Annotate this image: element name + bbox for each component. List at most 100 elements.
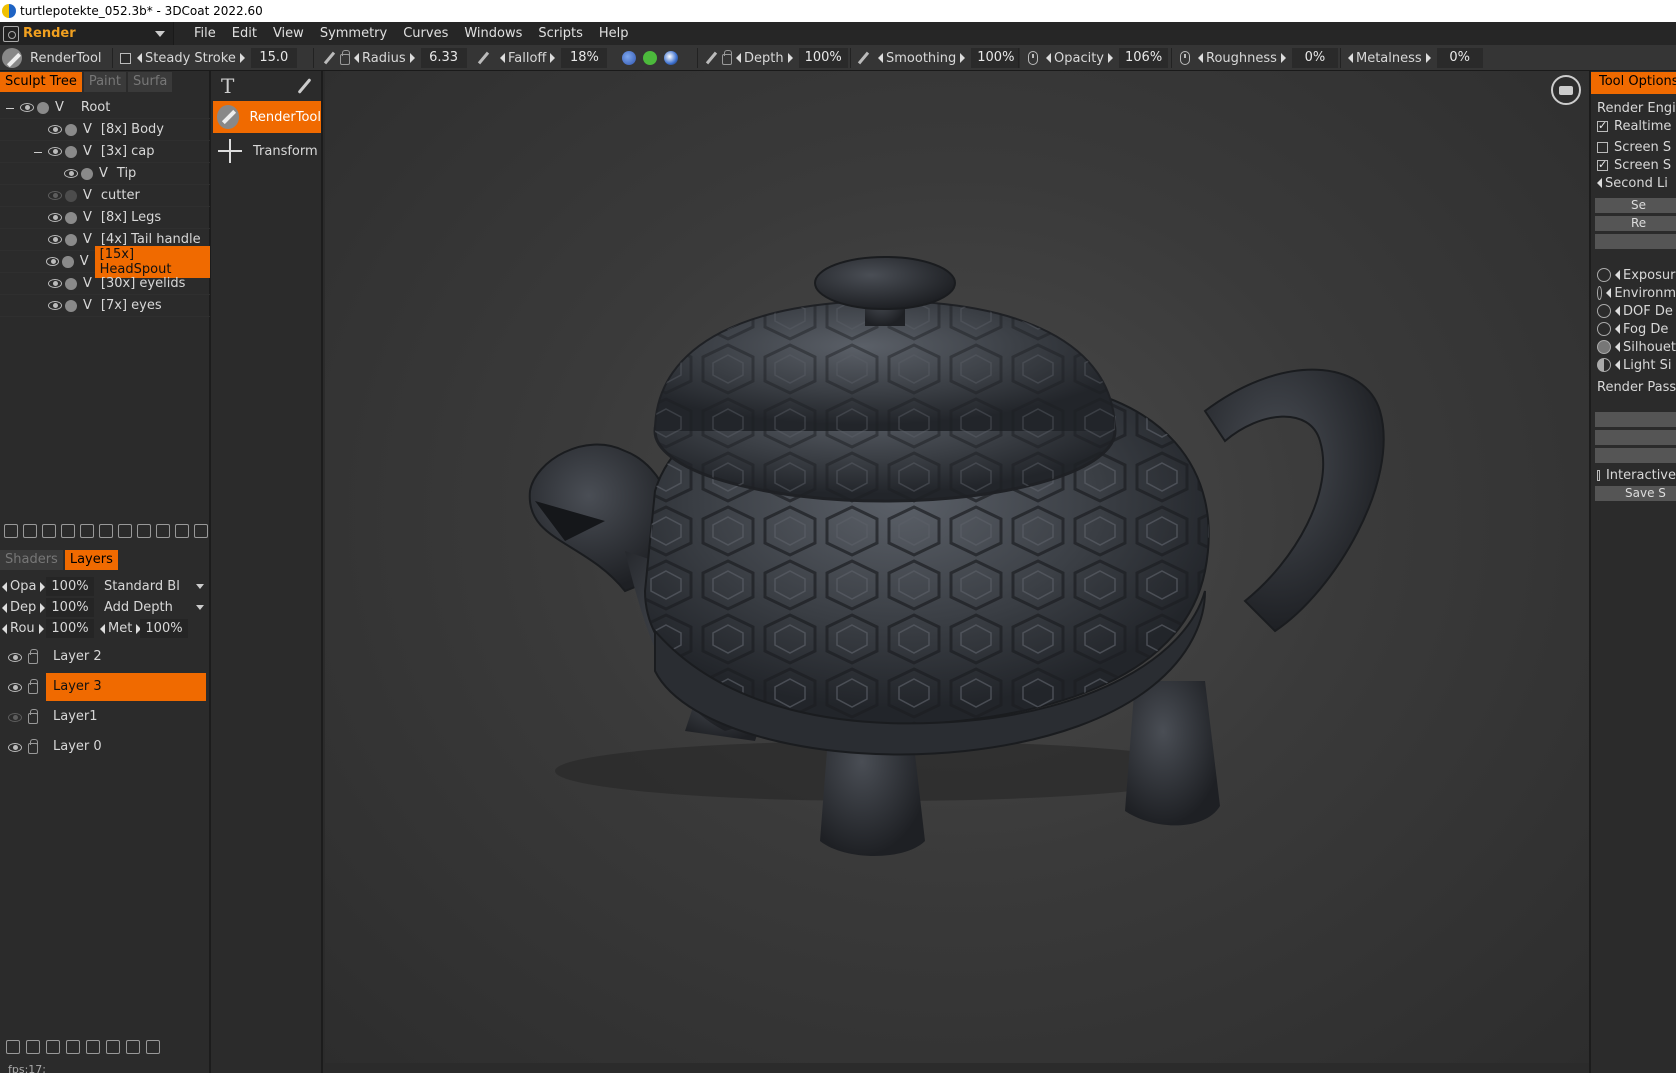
eye-icon[interactable]: [48, 147, 62, 156]
layer-met-control[interactable]: Met: [98, 621, 142, 636]
lock-icon[interactable]: [722, 49, 732, 65]
merge-down-icon[interactable]: [46, 1040, 60, 1054]
steady-stroke-control[interactable]: Steady Stroke 15.0: [120, 45, 297, 71]
menu-windows[interactable]: Windows: [456, 22, 530, 45]
move-down-icon[interactable]: [99, 524, 113, 538]
decrease-arrow-icon[interactable]: [736, 53, 741, 63]
decrease-arrow-icon[interactable]: [137, 53, 142, 63]
symmetry-icon[interactable]: [118, 524, 132, 538]
file-icon[interactable]: [175, 524, 189, 538]
eye-icon[interactable]: [48, 235, 62, 244]
screen-option-2[interactable]: Screen S: [1591, 156, 1676, 174]
fog-control[interactable]: Fog De: [1591, 320, 1676, 338]
menu-view[interactable]: View: [265, 22, 312, 45]
ghost-icon[interactable]: [65, 211, 77, 224]
trash-icon[interactable]: [146, 1040, 160, 1054]
eye-icon[interactable]: [48, 213, 62, 222]
clone-icon[interactable]: [23, 524, 37, 538]
eye-hidden-icon[interactable]: [8, 712, 22, 722]
smoothing-value[interactable]: 100%: [971, 48, 1021, 68]
render-button-2[interactable]: Re: [1595, 216, 1676, 231]
ghost-icon[interactable]: [37, 101, 49, 114]
decrease-arrow-icon[interactable]: [1198, 53, 1203, 63]
decrease-arrow-icon[interactable]: [2, 581, 7, 592]
eye-icon[interactable]: [8, 682, 22, 692]
move-up-icon[interactable]: [86, 1040, 100, 1054]
increase-arrow-icon[interactable]: [239, 53, 245, 63]
layer-depth-control[interactable]: Dep: [0, 600, 46, 615]
increase-arrow-icon[interactable]: [550, 53, 556, 63]
decrease-arrow-icon[interactable]: [1615, 324, 1620, 334]
blend-mode-select[interactable]: Standard Bl: [98, 577, 210, 596]
render-button-3[interactable]: [1595, 234, 1676, 249]
grid-icon[interactable]: [156, 524, 170, 538]
decrease-arrow-icon[interactable]: [100, 623, 105, 634]
tool-transform[interactable]: Transform: [213, 135, 321, 167]
tab-sculpt-tree[interactable]: Sculpt Tree: [0, 72, 82, 92]
falloff-control[interactable]: Falloff 18%: [476, 45, 608, 71]
ghost-icon[interactable]: [62, 255, 74, 268]
screen-checkbox-1[interactable]: [1597, 141, 1608, 153]
roughness-value[interactable]: 0%: [1291, 48, 1338, 68]
eye-icon[interactable]: [8, 652, 22, 662]
import-icon[interactable]: [137, 524, 151, 538]
lock-icon[interactable]: [28, 738, 38, 754]
save-button[interactable]: Save S: [1595, 486, 1676, 501]
lock-icon[interactable]: [28, 708, 38, 724]
realtime-checkbox[interactable]: [1597, 119, 1608, 132]
sphere-shaded-icon[interactable]: [664, 51, 678, 65]
depth-control[interactable]: Depth 100%: [704, 45, 848, 71]
eye-icon[interactable]: [64, 169, 78, 178]
tab-tool-options[interactable]: Tool Options: [1591, 72, 1676, 94]
decrease-arrow-icon[interactable]: [354, 53, 359, 63]
menu-file[interactable]: File: [186, 22, 224, 45]
tree-row-cutter[interactable]: V cutter: [0, 185, 210, 207]
layer-opacity-control[interactable]: Opa: [0, 579, 46, 594]
tree-row-cap[interactable]: V [3x] cap: [0, 141, 210, 163]
current-tool[interactable]: RenderTool: [2, 45, 102, 71]
silhouette-control[interactable]: Silhouet: [1591, 338, 1676, 356]
ghost-icon[interactable]: [65, 233, 77, 246]
camera-icon[interactable]: [1551, 75, 1581, 105]
exposure-control[interactable]: Exposur: [1591, 266, 1676, 284]
tab-surface[interactable]: Surfa: [128, 72, 173, 92]
tab-layers[interactable]: Layers: [64, 550, 118, 570]
interactive-option[interactable]: Interactive: [1591, 466, 1676, 484]
increase-arrow-icon[interactable]: [40, 581, 46, 592]
sphere-add-icon[interactable]: [42, 524, 56, 538]
ghost-icon[interactable]: [65, 189, 77, 202]
environment-control[interactable]: Environm: [1591, 284, 1676, 302]
brush-icon[interactable]: [295, 77, 313, 95]
interactive-checkbox[interactable]: [1597, 469, 1600, 481]
add-layer-icon[interactable]: [6, 1040, 20, 1054]
collapse-icon[interactable]: [34, 152, 42, 153]
layer-rough-control[interactable]: Rou: [0, 621, 46, 636]
tree-row-body[interactable]: V [8x] Body: [0, 119, 210, 141]
sphere-green-icon[interactable]: [643, 51, 657, 65]
decrease-arrow-icon[interactable]: [1615, 270, 1620, 280]
roughness-control[interactable]: Roughness 0%: [1180, 45, 1338, 71]
menu-curves[interactable]: Curves: [395, 22, 456, 45]
eye-icon[interactable]: [48, 279, 62, 288]
eye-icon[interactable]: [48, 125, 62, 134]
viewport[interactable]: [325, 71, 1589, 1063]
screen-checkbox-2[interactable]: [1597, 158, 1608, 171]
folder-icon[interactable]: [26, 1040, 40, 1054]
smoothing-control[interactable]: Smoothing 100%: [856, 45, 1021, 71]
lock-icon[interactable]: [28, 678, 38, 694]
menu-symmetry[interactable]: Symmetry: [312, 22, 395, 45]
decrease-arrow-icon[interactable]: [500, 53, 505, 63]
move-down-icon[interactable]: [106, 1040, 120, 1054]
eye-icon[interactable]: [8, 742, 22, 752]
tab-paint[interactable]: Paint: [83, 72, 126, 92]
steady-stroke-checkbox[interactable]: [120, 52, 131, 64]
increase-arrow-icon[interactable]: [1425, 53, 1431, 63]
increase-arrow-icon[interactable]: [960, 53, 966, 63]
decrease-arrow-icon[interactable]: [2, 623, 7, 634]
room-selector[interactable]: Render: [0, 22, 174, 45]
light-control[interactable]: Light Si: [1591, 356, 1676, 374]
ghost-icon[interactable]: [81, 167, 93, 180]
eye-icon[interactable]: [45, 257, 60, 266]
menu-scripts[interactable]: Scripts: [530, 22, 590, 45]
opacity-value[interactable]: 106%: [1119, 48, 1169, 68]
